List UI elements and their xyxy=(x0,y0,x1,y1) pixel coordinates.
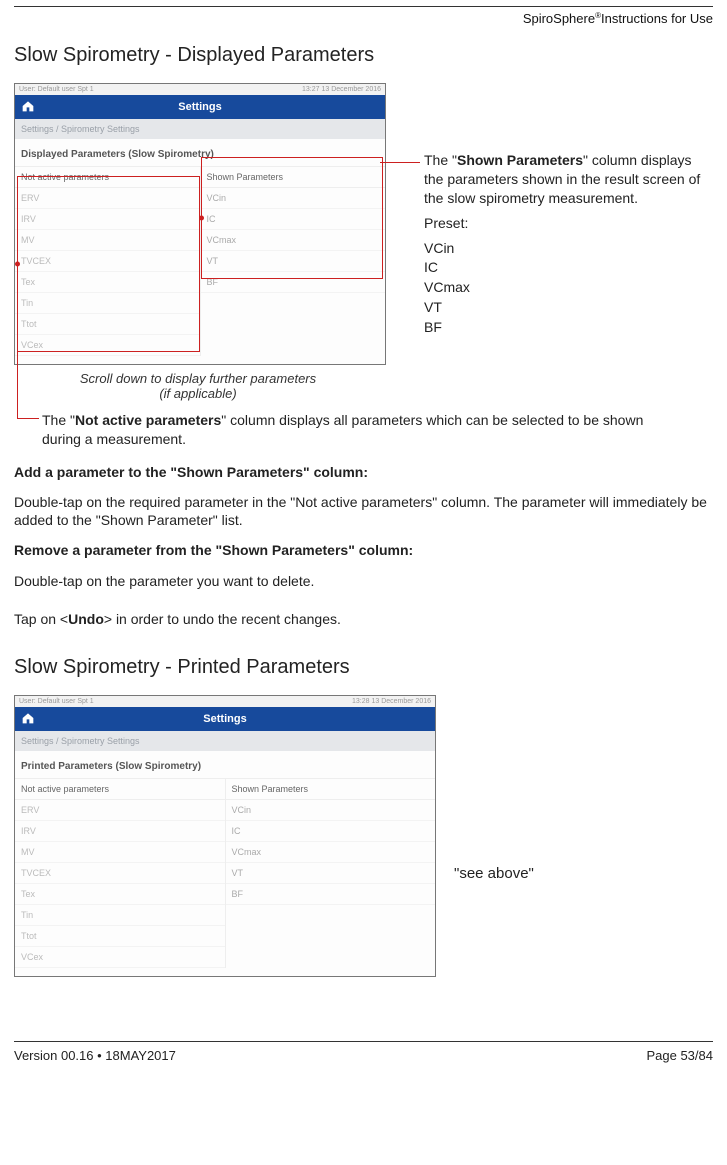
list-item: Ttot xyxy=(15,314,200,335)
status-right: 13:28 13 December 2016 xyxy=(352,698,431,705)
col-head-shown: Shown Parameters xyxy=(226,779,436,800)
preset-label: Preset: xyxy=(424,214,714,233)
list-item: VT xyxy=(201,251,386,272)
panel-title: Displayed Parameters (Slow Spirometry) xyxy=(15,139,385,166)
list-item: VCin xyxy=(201,188,386,209)
list-item: VCin xyxy=(226,800,436,821)
list-item: Tex xyxy=(15,884,225,905)
list-item: IC xyxy=(201,209,386,230)
list-item: ERV xyxy=(15,188,200,209)
list-item: MV xyxy=(15,842,225,863)
figure-printed-parameters: User: Default user Spt 1 13:28 13 Decemb… xyxy=(14,695,713,1005)
undo-text: Tap on <Undo> in order to undo the recen… xyxy=(14,610,713,628)
list-item: ERV xyxy=(15,800,225,821)
body-text: Add a parameter to the "Shown Parameters… xyxy=(14,463,713,628)
status-left: User: Default user Spt 1 xyxy=(19,698,94,705)
list-item: MV xyxy=(15,230,200,251)
section-title-printed: Slow Spirometry - Printed Parameters xyxy=(14,656,713,679)
breadcrumb: Settings / Spirometry Settings xyxy=(15,731,435,751)
add-heading: Add a parameter to the "Shown Parameters… xyxy=(14,463,713,481)
figure-displayed-parameters: User: Default user Spt 1 13:27 13 Decemb… xyxy=(14,83,713,401)
preset-item: IC xyxy=(424,258,714,277)
list-item: VCmax xyxy=(201,230,386,251)
callout-text-not-active: The "Not active parameters" column displ… xyxy=(42,411,662,449)
side-text-shown-parameters: The "Shown Parameters" column displays t… xyxy=(424,151,714,338)
list-item: VCex xyxy=(15,335,200,356)
header-tail: Instructions for Use xyxy=(601,11,713,26)
breadcrumb: Settings / Spirometry Settings xyxy=(15,119,385,139)
col-head-shown: Shown Parameters xyxy=(201,167,386,188)
status-left: User: Default user Spt 1 xyxy=(19,86,94,93)
titlebar-text: Settings xyxy=(178,101,221,113)
product-name: SpiroSphere xyxy=(523,11,595,26)
remove-text: Double-tap on the parameter you want to … xyxy=(14,572,713,590)
list-item: IC xyxy=(226,821,436,842)
list-item: VCex xyxy=(15,947,225,968)
list-item: BF xyxy=(201,272,386,293)
preset-item: VT xyxy=(424,298,714,317)
list-item: Ttot xyxy=(15,926,225,947)
titlebar-text: Settings xyxy=(203,713,246,725)
scroll-note: Scroll down to display further parameter… xyxy=(34,371,362,401)
panel-title: Printed Parameters (Slow Spirometry) xyxy=(15,751,435,778)
col-head-not-active: Not active parameters xyxy=(15,779,225,800)
footer-version: Version 00.16 • 18MAY2017 xyxy=(14,1048,176,1063)
list-item: VT xyxy=(226,863,436,884)
home-icon xyxy=(21,712,35,724)
callout-line xyxy=(380,162,420,163)
section-title-displayed: Slow Spirometry - Displayed Parameters xyxy=(14,44,713,67)
col-head-not-active: Not active parameters xyxy=(15,167,200,188)
list-item: TVCEX xyxy=(15,863,225,884)
remove-heading: Remove a parameter from the "Shown Param… xyxy=(14,541,713,559)
list-item: TVCEX xyxy=(15,251,200,272)
list-item: Tex xyxy=(15,272,200,293)
see-above-text: "see above" xyxy=(454,865,534,882)
list-item: IRV xyxy=(15,821,225,842)
screenshot-printed: User: Default user Spt 1 13:28 13 Decemb… xyxy=(14,695,436,977)
list-item: VCmax xyxy=(226,842,436,863)
add-text: Double-tap on the required parameter in … xyxy=(14,493,713,529)
screenshot-displayed: User: Default user Spt 1 13:27 13 Decemb… xyxy=(14,83,386,365)
list-item: Tin xyxy=(15,293,200,314)
footer-page: Page 53/84 xyxy=(646,1048,713,1063)
callout-line xyxy=(17,418,39,419)
doc-header: SpiroSphere® Instructions for Use xyxy=(14,7,713,36)
preset-list: VCin IC VCmax VT BF xyxy=(424,239,714,337)
list-item: Tin xyxy=(15,905,225,926)
preset-item: VCin xyxy=(424,239,714,258)
list-item: BF xyxy=(226,884,436,905)
status-right: 13:27 13 December 2016 xyxy=(302,86,381,93)
preset-item: BF xyxy=(424,318,714,337)
home-icon xyxy=(21,100,35,112)
list-item: IRV xyxy=(15,209,200,230)
preset-item: VCmax xyxy=(424,278,714,297)
footer: Version 00.16 • 18MAY2017 Page 53/84 xyxy=(14,1041,713,1071)
